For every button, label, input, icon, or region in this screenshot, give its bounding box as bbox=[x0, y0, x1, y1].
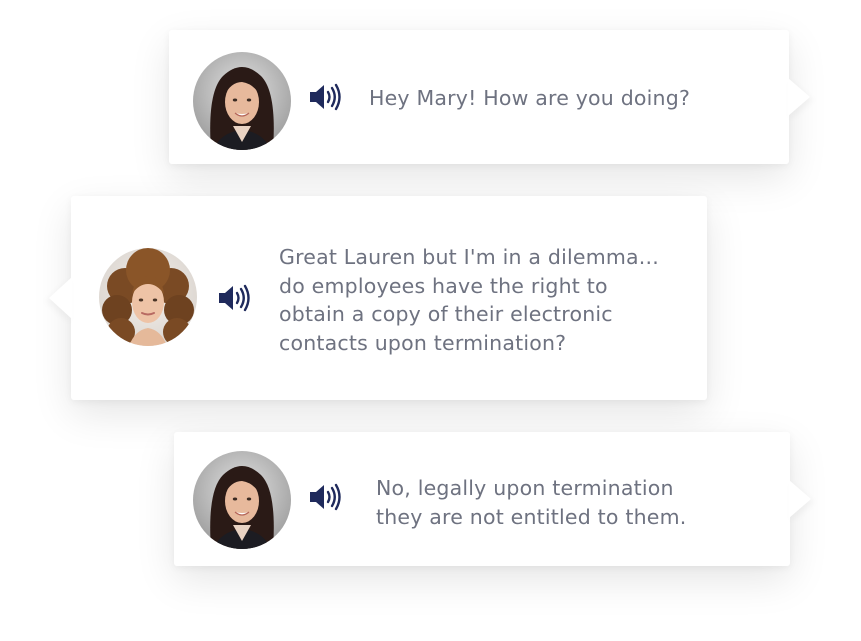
avatar-lauren bbox=[193, 52, 291, 150]
message-line: they are not entitled to them. bbox=[376, 504, 687, 529]
speaker-volume-icon[interactable] bbox=[217, 284, 251, 312]
message-line: obtain a copy of their electronic bbox=[279, 302, 613, 326]
message-line: No, legally upon termination bbox=[376, 476, 674, 500]
message-text: Great Lauren but I'm in a dilemma... do … bbox=[279, 243, 659, 357]
chat-bubble-3: No, legally upon termination they are no… bbox=[174, 432, 790, 566]
avatar-mary bbox=[99, 248, 197, 346]
message-line: Hey Mary! How are you doing? bbox=[369, 86, 691, 110]
message-line: Great Lauren but I'm in a dilemma... bbox=[279, 245, 659, 269]
message-text: Hey Mary! How are you doing? bbox=[369, 84, 690, 113]
message-line: do employees have the right to bbox=[279, 273, 608, 298]
chat-bubble-2: Great Lauren but I'm in a dilemma... do … bbox=[71, 196, 707, 400]
speaker-volume-icon[interactable] bbox=[308, 483, 342, 511]
chat-bubble-1: Hey Mary! How are you doing? bbox=[169, 30, 789, 164]
message-line: contacts upon termination? bbox=[279, 330, 567, 355]
speaker-volume-icon[interactable] bbox=[308, 83, 342, 111]
avatar-lauren bbox=[193, 451, 291, 549]
chat-conversation: Hey Mary! How are you doing? Great Laure… bbox=[0, 0, 861, 641]
message-text: No, legally upon termination they are no… bbox=[376, 474, 687, 531]
